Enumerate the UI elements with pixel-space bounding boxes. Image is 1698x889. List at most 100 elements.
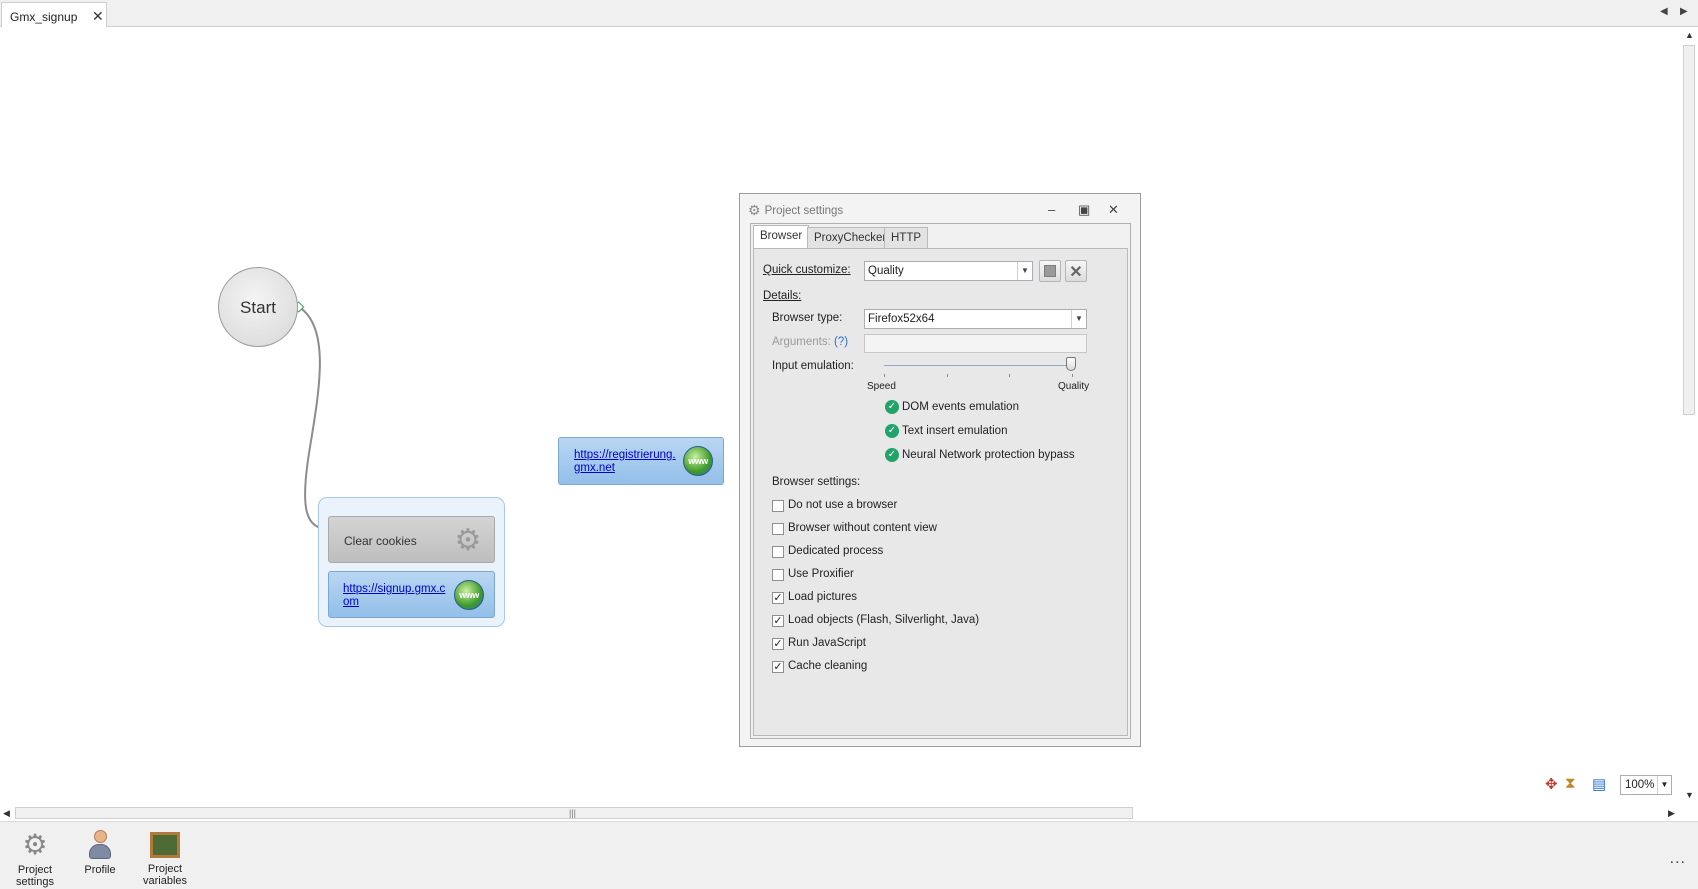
- delete-icon: ✕: [1069, 264, 1083, 281]
- center-view-icon[interactable]: ✥: [1545, 775, 1558, 793]
- arguments-label-text: Arguments:: [772, 336, 831, 348]
- input-emulation-label: Input emulation:: [772, 360, 854, 372]
- close-icon[interactable]: ✕: [1108, 202, 1119, 218]
- scroll-left-icon[interactable]: ◀: [1660, 6, 1668, 17]
- project-variables-button[interactable]: Project variables: [130, 829, 200, 887]
- browser-settings-label: Browser settings:: [772, 476, 861, 488]
- bottom-toolbar: ⚙ Project settings Profile Project varia…: [0, 821, 1698, 889]
- window-title: ⚙ Project settings: [748, 202, 843, 219]
- www-globe-icon: www: [683, 446, 713, 476]
- url-action-signup[interactable]: https://signup.gmx.com www: [328, 571, 495, 618]
- setting-checkbox[interactable]: [772, 500, 784, 512]
- horizontal-scrollbar[interactable]: ◀ ||| ▶: [0, 805, 1680, 821]
- setting-label: Use Proxifier: [788, 568, 854, 580]
- grip-icon: |||: [569, 808, 577, 818]
- slider-min-label: Speed: [867, 381, 896, 392]
- scroll-down-icon[interactable]: ▼: [1685, 790, 1694, 800]
- browser-type-value: Firefox52x64: [868, 313, 935, 325]
- setting-checkbox[interactable]: ✓: [772, 638, 784, 650]
- www-label: www: [459, 590, 479, 600]
- tab-http[interactable]: HTTP: [884, 227, 929, 248]
- minimize-icon[interactable]: –: [1048, 202, 1055, 217]
- setting-label: Browser without content view: [788, 522, 937, 534]
- quick-customize-select[interactable]: Quality ▼: [864, 261, 1033, 281]
- project-settings-button[interactable]: ⚙ Project settings: [0, 829, 70, 888]
- arguments-help-link[interactable]: (?): [834, 336, 848, 348]
- scroll-thumb[interactable]: [1683, 45, 1695, 415]
- emulation-option-label: Neural Network protection bypass: [902, 449, 1075, 461]
- slider-track: [884, 365, 1076, 366]
- zoom-select[interactable]: 100% ▼: [1620, 775, 1672, 795]
- setting-checkbox[interactable]: [772, 523, 784, 535]
- setting-label: Run JavaScript: [788, 637, 866, 649]
- scroll-thumb[interactable]: |||: [15, 807, 1133, 819]
- start-node[interactable]: Start: [218, 267, 298, 347]
- quick-customize-value: Quality: [868, 265, 904, 277]
- slider-tick: [1072, 374, 1073, 377]
- tab-browser[interactable]: Browser: [753, 225, 810, 248]
- tab-bar: Gmx_signup ✕ ◀ ▶: [0, 0, 1698, 28]
- tab-gmx-signup[interactable]: Gmx_signup ✕: [1, 2, 107, 28]
- browser-type-select[interactable]: Firefox52x64 ▼: [864, 309, 1087, 329]
- scroll-right-icon[interactable]: ▶: [1668, 808, 1675, 819]
- profile-button[interactable]: Profile: [65, 829, 135, 876]
- setting-label: Load objects (Flash, Silverlight, Java): [788, 614, 980, 626]
- scroll-right-icon[interactable]: ▶: [1680, 6, 1688, 17]
- minimap-icon[interactable]: ▤: [1592, 775, 1606, 793]
- save-preset-button[interactable]: [1039, 260, 1061, 282]
- start-to-clear-cookies-wire: [298, 306, 327, 530]
- chalkboard-icon: [150, 832, 180, 858]
- setting-checkbox[interactable]: ✓: [772, 592, 784, 604]
- setting-label: Cache cleaning: [788, 660, 868, 672]
- setting-label: Dedicated process: [788, 545, 884, 557]
- chevron-down-icon: ▼: [1657, 776, 1671, 794]
- tab-title: Gmx_signup: [10, 10, 78, 24]
- www-label: www: [688, 456, 708, 466]
- action-group[interactable]: Clear cookies ⚙ https://signup.gmx.com w…: [318, 497, 505, 627]
- hourglass-icon[interactable]: ⧗: [1565, 775, 1576, 792]
- chevron-down-icon: ▼: [1017, 262, 1032, 280]
- clear-cookies-action[interactable]: Clear cookies ⚙: [328, 516, 495, 563]
- setting-label: Load pictures: [788, 591, 858, 603]
- slider-thumb[interactable]: [1066, 357, 1076, 371]
- setting-checkbox[interactable]: ✓: [772, 615, 784, 627]
- slider-tick: [884, 374, 885, 377]
- quick-customize-label: Quick customize:: [763, 264, 851, 276]
- setting-checkbox[interactable]: ✓: [772, 661, 784, 673]
- profile-icon: [87, 830, 113, 860]
- check-circle-icon[interactable]: ✓: [885, 448, 899, 462]
- project-variables-label: Project variables: [142, 863, 188, 887]
- www-globe-icon: www: [454, 580, 484, 610]
- close-icon[interactable]: ✕: [92, 8, 104, 25]
- registrierung-url-link[interactable]: https://registrierung.gmx.net: [574, 449, 682, 475]
- setting-checkbox[interactable]: [772, 569, 784, 581]
- signup-url-link[interactable]: https://signup.gmx.com: [343, 583, 451, 609]
- scroll-left-icon[interactable]: ◀: [3, 808, 10, 819]
- browser-type-label: Browser type:: [772, 312, 843, 324]
- browser-settings-panel: Quick customize: Quality ▼ ✕ Details: Br…: [753, 248, 1128, 736]
- project-settings-label: Project settings: [16, 864, 54, 888]
- start-label: Start: [240, 298, 276, 317]
- delete-preset-button[interactable]: ✕: [1065, 260, 1087, 282]
- setting-checkbox[interactable]: [772, 546, 784, 558]
- setting-label: Do not use a browser: [788, 499, 898, 511]
- maximize-icon[interactable]: ▣: [1078, 202, 1090, 218]
- profile-label: Profile: [84, 864, 116, 876]
- window-title-text: Project settings: [764, 205, 844, 217]
- arguments-label: Arguments: (?): [772, 336, 848, 348]
- scroll-up-icon[interactable]: ▲: [1685, 30, 1694, 40]
- slider-tick: [947, 374, 948, 377]
- slider-max-label: Quality: [1058, 381, 1090, 392]
- gear-icon: ⚙: [22, 829, 48, 860]
- check-circle-icon[interactable]: ✓: [885, 424, 899, 438]
- details-label: Details:: [763, 290, 802, 302]
- zoom-value: 100%: [1625, 779, 1655, 791]
- tab-proxychecker[interactable]: ProxyChecker: [807, 227, 894, 248]
- more-options-icon[interactable]: ...: [1670, 850, 1686, 868]
- url-action-registrierung[interactable]: https://registrierung.gmx.net www: [558, 437, 724, 485]
- clear-cookies-label: Clear cookies: [344, 534, 417, 548]
- emulation-option-label: Text insert emulation: [902, 425, 1008, 437]
- vertical-scrollbar[interactable]: ▲ ▼: [1680, 27, 1698, 805]
- check-circle-icon[interactable]: ✓: [885, 400, 899, 414]
- gear-icon: ⚙: [454, 524, 482, 557]
